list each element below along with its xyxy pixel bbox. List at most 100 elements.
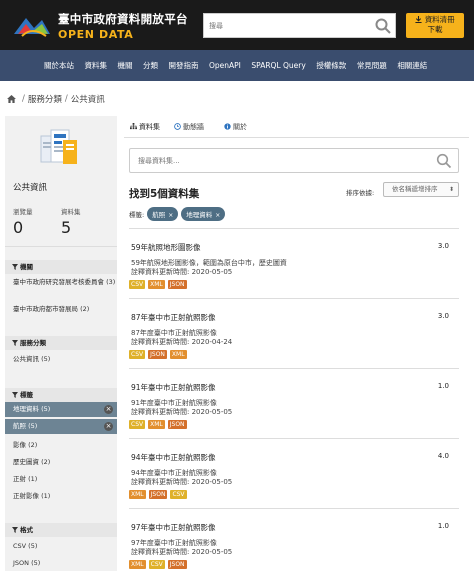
- dataset-title-link[interactable]: 87年臺中市正射航照影像: [129, 312, 459, 323]
- download-label-2: 下載: [427, 25, 443, 34]
- remove-tag-icon[interactable]: ×: [215, 212, 220, 219]
- sort-value: 依名稱遞增排序: [392, 185, 438, 193]
- facet-heading-format: 格式: [5, 523, 117, 537]
- views-label: 瀏覽量: [13, 208, 33, 216]
- nav-item-datasets[interactable]: 資料集: [85, 60, 108, 71]
- nav-item-organizations[interactable]: 機關: [118, 60, 133, 71]
- dataset-item: 94年臺中市正射航照影像 4.0 94年度臺中市正射航照影像 詮釋資料更新時間:…: [129, 452, 459, 499]
- dataset-updated: 詮釋資料更新時間: 2020-05-05: [131, 268, 233, 276]
- facet-item-tag-image[interactable]: 影像 (2): [5, 441, 117, 450]
- tab-datasets[interactable]: 資料集: [130, 122, 160, 132]
- results-count: 找到5個資料集: [129, 188, 200, 200]
- format-badge-xml[interactable]: XML: [129, 490, 146, 499]
- format-badge-xml[interactable]: XML: [148, 280, 165, 289]
- format-badge-xml[interactable]: XML: [129, 560, 146, 569]
- dataset-version: 3.0: [437, 312, 449, 320]
- format-badge-json[interactable]: JSON: [167, 420, 187, 429]
- dataset-item: 91年臺中市正射航照影像 1.0 91年度臺中市正射航照影像 詮釋資料更新時間:…: [129, 382, 459, 429]
- format-badge-json[interactable]: JSON: [148, 350, 167, 359]
- format-badge-csv[interactable]: CSV: [148, 560, 165, 569]
- sitemap-icon: [130, 123, 137, 130]
- datasets-value: 5: [61, 218, 72, 237]
- facet-item-category-public[interactable]: 公共資訊 (5): [5, 355, 117, 364]
- format-badge-csv[interactable]: CSV: [129, 280, 146, 289]
- divider: [5, 246, 117, 247]
- format-badge-csv[interactable]: CSV: [129, 420, 146, 429]
- site-title[interactable]: 臺中市政府資料開放平台: [58, 11, 188, 27]
- download-icon: [415, 16, 422, 23]
- dataset-description: 91年度臺中市正射航照影像: [131, 399, 217, 407]
- download-catalog-button[interactable]: 資料清冊 下載: [406, 13, 464, 38]
- select-caret-icon: ⬍: [448, 186, 454, 193]
- facet-item-tag-history[interactable]: 歷史圖資 (2): [5, 458, 117, 467]
- nav-item-sparql[interactable]: SPARQL Query: [251, 61, 305, 70]
- clock-icon: [174, 123, 181, 130]
- format-badge-xml[interactable]: XML: [148, 420, 165, 429]
- nav-item-links[interactable]: 相關連結: [397, 60, 427, 71]
- tag-pill-aerial[interactable]: 航照 ×: [147, 207, 179, 221]
- breadcrumb-current: 公共資訊: [70, 94, 105, 105]
- facet-item-tag-ortho[interactable]: 正射 (1): [5, 475, 117, 484]
- info-icon: [224, 123, 231, 130]
- search-icon[interactable]: [373, 16, 393, 36]
- nav-item-openapi[interactable]: OpenAPI: [209, 61, 241, 70]
- dataset-updated: 詮釋資料更新時間: 2020-05-05: [131, 478, 233, 486]
- breadcrumb: / 服務分類 / 公共資訊: [0, 81, 474, 116]
- category-name: 公共資訊: [13, 183, 48, 193]
- nav-item-about[interactable]: 關於本站: [44, 60, 74, 71]
- active-tags: 標籤: 航照 × 地理資料 ×: [129, 207, 226, 221]
- main-nav: 關於本站 資料集 機關 分類 開發指南 OpenAPI SPARQL Query…: [0, 50, 474, 81]
- facet-item-format-json[interactable]: JSON (5): [5, 559, 117, 568]
- dataset-search-input[interactable]: [130, 149, 420, 172]
- header-search-input[interactable]: [204, 14, 369, 37]
- facet-item-org-urban[interactable]: 臺中市政府都市發展局 (2): [5, 305, 117, 314]
- home-icon[interactable]: [7, 94, 16, 103]
- facet-item-tag-ortho-image[interactable]: 正射影像 (1): [5, 492, 117, 501]
- dataset-title-link[interactable]: 91年臺中市正射航照影像: [129, 382, 459, 393]
- facet-heading-organization: 機關: [5, 260, 117, 274]
- tags-label: 標籤:: [129, 211, 145, 219]
- dataset-title-link[interactable]: 94年臺中市正射航照影像: [129, 452, 459, 463]
- format-badge-csv[interactable]: CSV: [170, 490, 187, 499]
- nav-item-faq[interactable]: 常見問題: [357, 60, 387, 71]
- download-label-1: 資料清冊: [424, 15, 455, 24]
- nav-item-license[interactable]: 授權條款: [316, 60, 346, 71]
- tag-pill-geo[interactable]: 地理資料 ×: [181, 207, 226, 221]
- tab-about[interactable]: 關於: [224, 122, 247, 132]
- dataset-updated: 詮釋資料更新時間: 2020-04-24: [131, 338, 233, 346]
- filter-icon: [12, 264, 18, 270]
- dataset-description: 94年度臺中市正射航照影像: [131, 469, 217, 477]
- facet-item-format-csv[interactable]: CSV (5): [5, 542, 117, 551]
- nav-item-dev-guide[interactable]: 開發指南: [169, 60, 199, 71]
- dataset-updated: 詮釋資料更新時間: 2020-05-05: [131, 408, 233, 416]
- format-badge-xml[interactable]: XML: [169, 350, 187, 359]
- dataset-description: 59年航照地形圖影像，範圍為原台中市，歷史圖資: [131, 259, 287, 267]
- remove-tag-icon[interactable]: ×: [168, 212, 173, 219]
- dataset-title-link[interactable]: 97年臺中市正射航照影像: [129, 522, 459, 533]
- tab-activity[interactable]: 動態牆: [174, 122, 204, 132]
- remove-filter-icon[interactable]: ×: [104, 422, 113, 431]
- dataset-version: 3.0: [437, 242, 449, 250]
- facet-item-org-rdec[interactable]: 臺中市政府研究發展考核委員會 (3): [5, 278, 117, 287]
- site-subtitle[interactable]: OPEN DATA: [58, 28, 133, 41]
- format-badge-json[interactable]: JSON: [148, 490, 168, 499]
- dataset-title-link[interactable]: 59年航照地形圖影像: [129, 242, 459, 253]
- breadcrumb-separator: /: [22, 93, 25, 104]
- breadcrumb-services[interactable]: 服務分類: [28, 93, 62, 105]
- facet-heading-tags: 標籤: [5, 388, 117, 402]
- facet-item-tag-geo-active[interactable]: 地理資料 (5) ×: [5, 402, 117, 417]
- format-badge-csv[interactable]: CSV: [129, 350, 146, 359]
- dataset-version: 1.0: [437, 382, 449, 390]
- format-badge-json[interactable]: JSON: [167, 560, 187, 569]
- nav-item-categories[interactable]: 分類: [143, 60, 158, 71]
- dataset-version: 1.0: [437, 522, 449, 530]
- search-icon[interactable]: [436, 153, 452, 169]
- site-header: 臺中市政府資料開放平台 OPEN DATA 資料清冊 下載: [0, 0, 474, 50]
- remove-filter-icon[interactable]: ×: [104, 405, 113, 414]
- format-badge-json[interactable]: JSON: [167, 280, 187, 289]
- sort-select[interactable]: 依名稱遞增排序 ⬍: [383, 182, 459, 197]
- facet-item-tag-aerial-active[interactable]: 航照 (5) ×: [5, 419, 117, 434]
- site-logo-icon[interactable]: [12, 12, 52, 38]
- views-value: 0: [13, 218, 24, 237]
- filter-icon: [12, 392, 18, 398]
